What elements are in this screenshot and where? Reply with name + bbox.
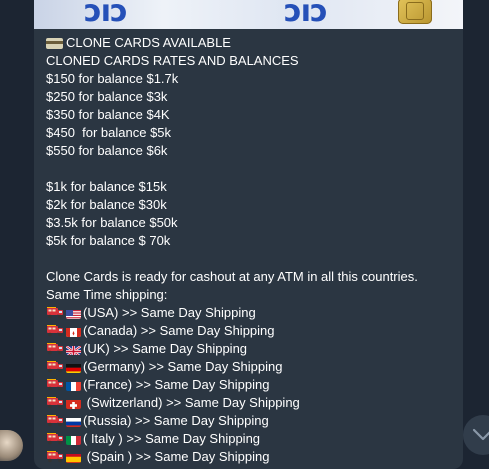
fire-engine-icon: [46, 361, 64, 373]
fire-engine-icon: [46, 415, 64, 427]
shipping-text: (USA) >> Same Day Shipping: [83, 305, 256, 320]
message-line: $350 for balance $4K: [46, 107, 170, 122]
scroll-down-button[interactable]: [463, 415, 489, 455]
shipping-text: (Switzerland) >> Same Day Shipping: [83, 395, 300, 410]
flag-italy-icon: [66, 434, 81, 445]
fire-engine-icon: [46, 307, 64, 319]
message-line: $450 for balance $5k: [46, 125, 172, 140]
fire-engine-icon: [46, 325, 64, 337]
flag-switzerland-icon: [66, 398, 81, 409]
message-line: CLONED CARDS RATES AND BALANCES: [46, 53, 299, 68]
shipping-line: (Spain ) >> Same Day Shipping: [46, 448, 456, 466]
card-chip-image: [398, 0, 432, 24]
shipping-text: (Canada) >> Same Day Shipping: [83, 323, 275, 338]
shipping-line: (Switzerland) >> Same Day Shipping: [46, 394, 456, 412]
shipping-line: (USA) >> Same Day Shipping: [46, 304, 456, 322]
flag-spain-icon: [66, 452, 81, 463]
shipping-text: (France) >> Same Day Shipping: [83, 377, 270, 392]
message-photo[interactable]: ɔıɔ ɔıɔ: [34, 0, 463, 29]
fire-engine-icon: [46, 451, 64, 463]
shipping-line: (Russia) >> Same Day Shipping: [46, 412, 456, 430]
message-line: $2k for balance $30k: [46, 197, 167, 212]
message-line: $250 for balance $3k: [46, 89, 168, 104]
shipping-line: (UK) >> Same Day Shipping: [46, 340, 456, 358]
message-line: $3.5k for balance $50k: [46, 215, 178, 230]
flag-canada-icon: [66, 326, 81, 337]
flag-france-icon: [66, 380, 81, 391]
shipping-text: (UK) >> Same Day Shipping: [83, 341, 248, 356]
avatar[interactable]: [0, 430, 23, 461]
flag-germany-icon: [66, 362, 81, 373]
message-line: $550 for balance $6k: [46, 143, 168, 158]
message-line: Same Time shipping:: [46, 287, 168, 302]
shipping-line: (France) >> Same Day Shipping: [46, 376, 456, 394]
message-header: CLONE CARDS AVAILABLE: [66, 35, 231, 50]
shipping-line: (Canada) >> Same Day Shipping: [46, 322, 456, 340]
shipping-list: (USA) >> Same Day Shipping (Canada) >> Sa…: [46, 304, 456, 466]
flag-uk-icon: [66, 344, 81, 355]
shipping-text: (Spain ) >> Same Day Shipping: [83, 449, 270, 464]
card-photo-lettering: ɔıɔ: [84, 0, 128, 29]
shipping-text: (Russia) >> Same Day Shipping: [83, 413, 269, 428]
message-text: CLONE CARDS AVAILABLE CLONED CARDS RATES…: [46, 34, 456, 466]
card-photo-lettering-2: ɔıɔ: [284, 0, 328, 29]
shipping-text: (Germany) >> Same Day Shipping: [83, 359, 283, 374]
message-header-line: CLONE CARDS AVAILABLE: [46, 34, 456, 52]
message-line: Clone Cards is ready for cashout at any …: [46, 269, 418, 284]
fire-engine-icon: [46, 397, 64, 409]
chevron-down-icon: [472, 428, 489, 441]
fire-engine-icon: [46, 433, 64, 445]
message-bubble: ɔıɔ ɔıɔ CLONE CARDS AVAILABLE CLONED CAR…: [34, 0, 463, 469]
flag-russia-icon: [66, 416, 81, 427]
shipping-line: ( Italy ) >> Same Day Shipping: [46, 430, 456, 448]
credit-card-icon: [46, 38, 63, 50]
message-line: $5k for balance $ 70k: [46, 233, 171, 248]
message-line: $1k for balance $15k: [46, 179, 167, 194]
shipping-line: (Germany) >> Same Day Shipping: [46, 358, 456, 376]
fire-engine-icon: [46, 343, 64, 355]
flag-usa-icon: [66, 308, 81, 319]
shipping-text: ( Italy ) >> Same Day Shipping: [83, 431, 261, 446]
fire-engine-icon: [46, 379, 64, 391]
message-line: $150 for balance $1.7k: [46, 71, 179, 86]
